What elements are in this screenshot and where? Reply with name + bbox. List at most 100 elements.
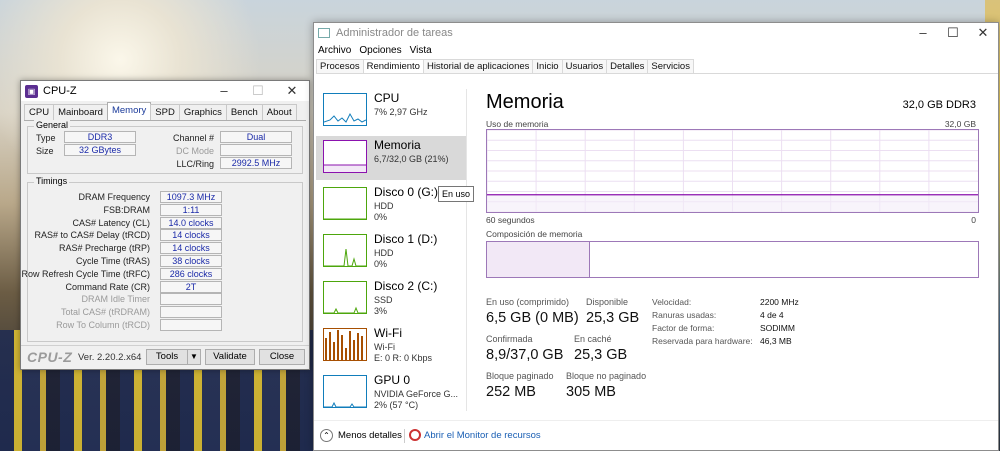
cpuz-titlebar[interactable]: ▣ CPU-Z – ☐ ✕ [21, 81, 309, 101]
time-axis-zero: 0 [971, 215, 976, 225]
timing-label: Command Rate (CR) [65, 281, 150, 292]
resource-name: GPU 0 [374, 373, 411, 387]
resource-name: Disco 2 (C:) [374, 279, 438, 293]
tm-tab-bar: Procesos Rendimiento Historial de aplica… [316, 59, 998, 74]
menu-archivo[interactable]: Archivo [318, 43, 351, 59]
timing-value [160, 319, 222, 331]
sidebar-item-gpu-0[interactable]: GPU 0 NVIDIA GeForce G... 2% (57 °C) [316, 371, 466, 415]
resource-thumbnail-graph [323, 187, 367, 220]
close-window-button[interactable]: ✕ [275, 81, 309, 101]
resource-detail-line2: 0% [374, 259, 388, 269]
in-use-value: 6,5 GB (0 MB) [486, 310, 579, 326]
tm-titlebar[interactable]: Administrador de tareas – ☐ ✕ [314, 23, 998, 43]
minimize-button[interactable]: – [207, 81, 241, 101]
tab-spd[interactable]: SPD [150, 104, 180, 120]
form-factor-key: Factor de forma: [652, 323, 715, 333]
size-label: Size [36, 146, 54, 156]
in-use-label: En uso (comprimido) [486, 297, 570, 307]
form-factor-value: SODIMM [760, 323, 795, 333]
tab-memory[interactable]: Memory [106, 102, 152, 120]
timing-value: 2T [160, 280, 222, 293]
tab-procesos[interactable]: Procesos [316, 59, 364, 73]
menu-vista[interactable]: Vista [410, 43, 432, 59]
timing-label: Total CAS# (tRDRAM) [60, 307, 150, 318]
composition-in-use-segment [487, 242, 591, 277]
nonpaged-pool-label: Bloque no paginado [566, 371, 647, 381]
timing-value: 14 clocks [160, 229, 222, 242]
tm-close-button[interactable]: ✕ [968, 23, 998, 43]
time-axis-label: 60 segundos [486, 215, 535, 225]
available-value: 25,3 GB [586, 310, 640, 326]
paged-pool-label: Bloque paginado [486, 371, 554, 381]
resource-thumbnail-graph [323, 140, 367, 173]
sidebar-item-disco-1-d[interactable]: Disco 1 (D:) HDD 0% [316, 230, 466, 274]
resource-detail-line1: HDD [374, 201, 394, 211]
hw-reserved-value: 46,3 MB [760, 336, 792, 346]
cpuz-app-icon: ▣ [25, 84, 38, 98]
resource-detail-line1: 7% 2,97 GHz [374, 107, 428, 117]
tab-about[interactable]: About [261, 104, 297, 120]
resource-name: Disco 0 (G:) [374, 185, 439, 199]
tools-button[interactable]: Tools [146, 349, 188, 365]
tab-mainboard[interactable]: Mainboard [53, 104, 108, 120]
resource-detail-line1: 6,7/32,0 GB (21%) [374, 154, 449, 164]
close-button[interactable]: Close [259, 349, 305, 365]
tab-inicio[interactable]: Inicio [532, 59, 563, 73]
paged-pool-value: 252 MB [486, 384, 536, 400]
validate-button[interactable]: Validate [205, 349, 255, 365]
resource-detail-line1: Wi-Fi [374, 342, 395, 352]
timing-value: 1:11 [160, 203, 222, 216]
timings-group-label: Timings [34, 176, 70, 186]
less-details-link[interactable]: Menos detalles [338, 430, 402, 441]
memory-usage-graph [486, 129, 979, 213]
resource-detail-line1: NVIDIA GeForce G... [374, 389, 459, 399]
timing-value: 14 clocks [160, 242, 222, 255]
tab-detalles[interactable]: Detalles [606, 59, 649, 73]
sidebar-item-memoria[interactable]: Memoria 6,7/32,0 GB (21%) [316, 136, 466, 180]
timing-value: 38 clocks [160, 255, 222, 267]
tm-maximize-button[interactable]: ☐ [938, 23, 968, 43]
menu-opciones[interactable]: Opciones [359, 43, 401, 59]
tab-bench[interactable]: Bench [225, 104, 263, 120]
tab-rendimiento[interactable]: Rendimiento [362, 59, 424, 73]
cpuz-bottom-bar: CPU-Z Ver. 2.20.2.x64 Tools ▼ Validate C… [21, 345, 309, 369]
sidebar-divider [466, 89, 467, 411]
sidebar-item-cpu[interactable]: CPU 7% 2,97 GHz [316, 89, 466, 133]
timing-value [160, 293, 222, 306]
tm-window-title: Administrador de tareas [336, 27, 453, 39]
tab-historial[interactable]: Historial de aplicaciones [422, 59, 534, 73]
tools-dropdown-arrow-icon[interactable]: ▼ [187, 349, 201, 365]
tab-cpu[interactable]: CPU [24, 104, 55, 120]
tab-graphics[interactable]: Graphics [178, 104, 227, 120]
cpuz-window-title: CPU-Z [43, 85, 77, 97]
cpuz-brand-logo: CPU-Z [27, 349, 73, 365]
slots-value: 4 de 4 [760, 310, 784, 320]
committed-label: Confirmada [486, 334, 533, 344]
type-label: Type [36, 133, 56, 143]
sidebar-item-wi-fi[interactable]: Wi-Fi Wi-Fi E: 0 R: 0 Kbps [316, 324, 466, 368]
tm-minimize-button[interactable]: – [908, 23, 938, 43]
tab-servicios[interactable]: Servicios [647, 59, 694, 73]
resource-thumbnail-graph [323, 281, 367, 314]
maximize-button: ☐ [252, 83, 264, 98]
sidebar-item-disco-2-c[interactable]: Disco 2 (C:) SSD 3% [316, 277, 466, 321]
timing-value: 14.0 clocks [160, 216, 222, 229]
timing-label: RAS# to CAS# Delay (tRCD) [34, 230, 150, 241]
resource-detail-line1: HDD [374, 248, 394, 258]
resource-detail-line1: SSD [374, 295, 393, 305]
tab-usuarios[interactable]: Usuarios [561, 59, 608, 73]
resource-name: Disco 1 (D:) [374, 232, 438, 246]
resource-detail-line2: 3% [374, 306, 388, 316]
resource-monitor-link[interactable]: Abrir el Monitor de recursos [424, 430, 541, 441]
dc-mode-label: DC Mode [175, 146, 214, 156]
resource-detail-line2: 0% [374, 212, 388, 222]
memory-capacity: 32,0 GB DDR3 [902, 99, 976, 111]
timing-value: 286 clocks [160, 267, 222, 280]
timing-label: DRAM Frequency [78, 192, 150, 202]
task-manager-window: Administrador de tareas – ☐ ✕ Archivo Op… [313, 22, 999, 451]
chevron-up-icon[interactable]: ⌃ [320, 429, 333, 442]
speed-value: 2200 MHz [760, 297, 799, 307]
general-group: General Type DDR3 Size 32 GBytes Channel… [27, 120, 303, 174]
composition-label: Composición de memoria [486, 229, 583, 239]
resource-thumbnail-graph [323, 328, 367, 361]
